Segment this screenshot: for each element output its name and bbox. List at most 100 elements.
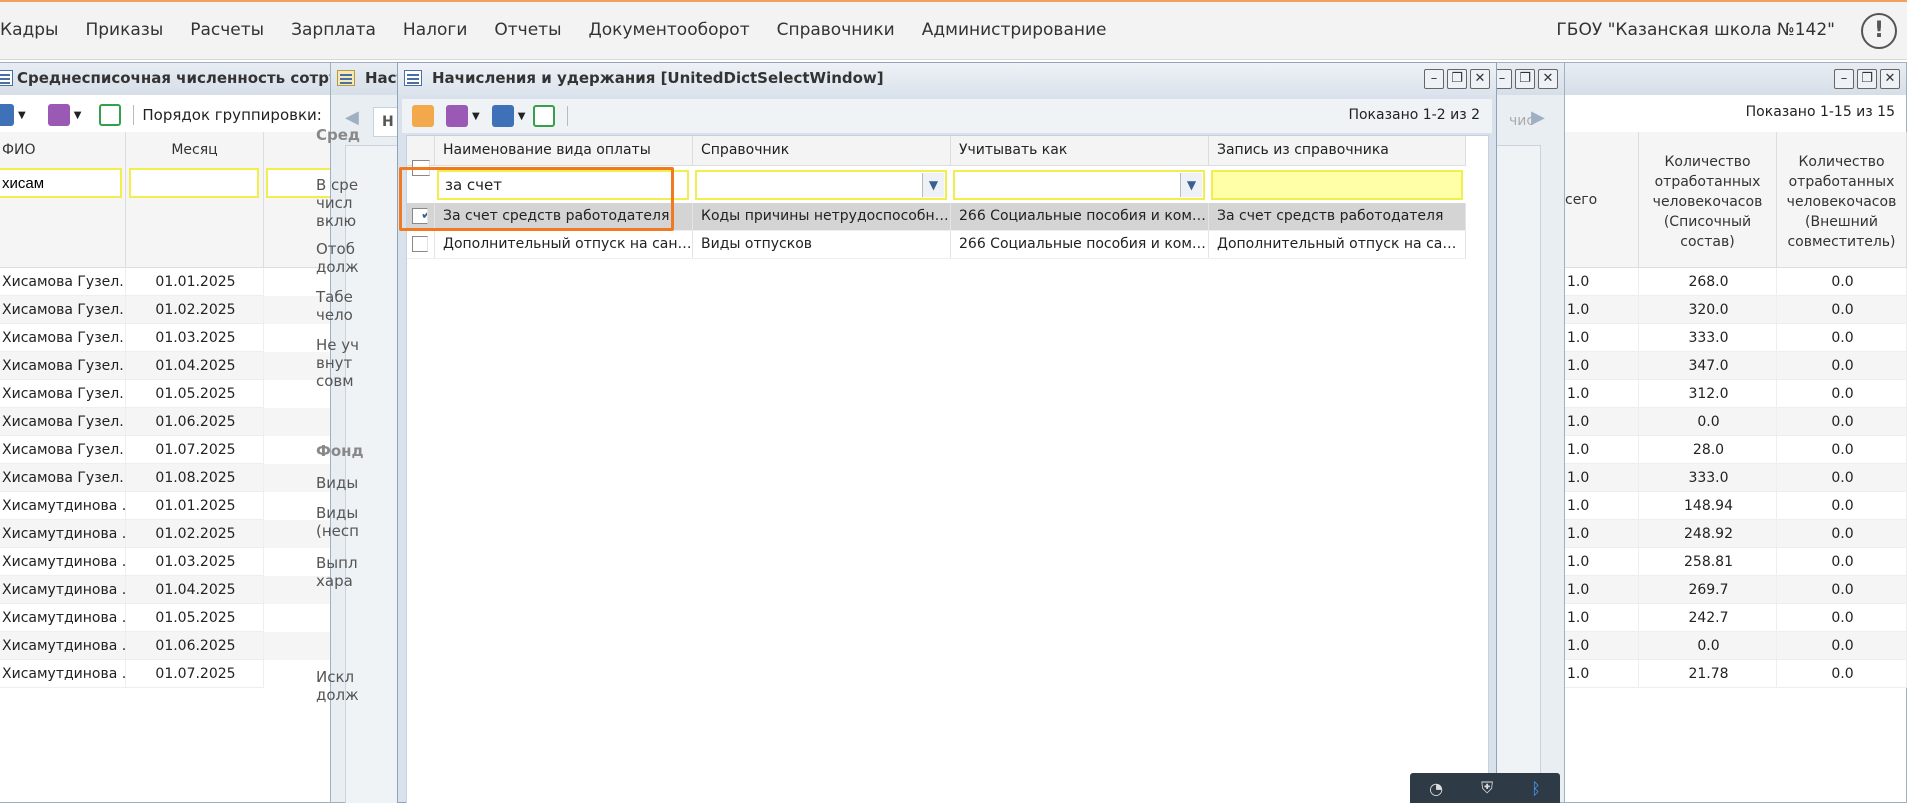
row-checkbox[interactable] [412, 236, 428, 252]
system-tray: ◔ ⛨ ᛒ [1410, 773, 1560, 803]
record-filter-input[interactable] [1211, 170, 1463, 200]
maximize-icon[interactable]: ❐ [1515, 69, 1535, 89]
settings-label: Фонд [316, 442, 364, 460]
row-as: 266 Социальные пособия и комп... [951, 203, 1209, 230]
cell-h2: 0.0 [1777, 408, 1907, 436]
col-header-month[interactable]: Месяц [126, 132, 264, 268]
settings-label: хара [316, 572, 353, 590]
menu-kadry[interactable]: Кадры [0, 20, 58, 40]
cell-month: 01.06.2025 [126, 408, 264, 436]
cell-total: 1.0 [1565, 632, 1639, 660]
cell-h2: 0.0 [1777, 492, 1907, 520]
cell-fio: Хисамова Гузел... [0, 436, 126, 464]
chevron-down-icon[interactable]: ▼ [518, 111, 526, 122]
col-header-name[interactable]: Наименование вида оплаты [435, 136, 693, 165]
cell-month: 01.05.2025 [126, 604, 264, 632]
bg-shown-count: Показано 1-15 из 15 [1745, 104, 1895, 120]
alert-icon[interactable]: ! [1861, 13, 1897, 49]
dict-grid-header: Наименование вида оплаты Справочник Учит… [407, 136, 1466, 176]
cell-fio: Хисамутдинова ... [0, 576, 126, 604]
cell-h2: 0.0 [1777, 436, 1907, 464]
cell-fio: Хисамова Гузел... [0, 324, 126, 352]
settings-label: вклю [316, 212, 357, 230]
close-icon[interactable]: ✕ [1470, 69, 1490, 89]
col-header-record[interactable]: Запись из справочника [1209, 136, 1466, 165]
toolbar-separator [133, 105, 135, 125]
cell-total: 1.0 [1565, 604, 1639, 632]
cell-fio: Хисамова Гузел... [0, 296, 126, 324]
chevron-down-icon[interactable]: ▼ [472, 111, 480, 122]
settings-icon[interactable] [446, 105, 468, 127]
cell-h2: 0.0 [1777, 268, 1907, 296]
col-header-fio-text: ФИО [2, 142, 36, 158]
settings-icon[interactable] [47, 104, 70, 126]
organization-name: ГБОУ "Казанская школа №142" [1556, 20, 1835, 40]
table-row[interactable]: Дополнительный отпуск на сана... Виды от… [407, 231, 1466, 259]
cell-h1: 248.92 [1639, 520, 1777, 548]
minimize-icon[interactable]: – [1424, 69, 1444, 89]
col-header-fio[interactable]: ФИО [0, 132, 126, 268]
minimize-icon[interactable]: – [1834, 69, 1854, 89]
settings-label: Табе [316, 288, 353, 306]
cell-total: 1.0 [1565, 660, 1639, 688]
cell-total: 1.0 [1565, 548, 1639, 576]
refresh-icon[interactable] [99, 104, 122, 126]
cell-h2: 0.0 [1777, 352, 1907, 380]
menu-prikazy[interactable]: Приказы [85, 20, 163, 40]
nav-next-icon[interactable]: ▶ [1531, 107, 1555, 133]
chevron-down-icon[interactable]: ▼ [1180, 173, 1202, 197]
menu-raschety[interactable]: Расчеты [190, 20, 264, 40]
cell-total: 1.0 [1565, 436, 1639, 464]
settings-label: В сре [316, 176, 359, 194]
dict-select-window-title-text: Начисления и удержания [UnitedDictSelect… [432, 69, 884, 87]
bg-window-title-text: Среднесписочная численность сотрудн [17, 69, 362, 87]
chevron-down-icon[interactable]: ▼ [18, 110, 26, 121]
col-header-total[interactable]: сего [1565, 132, 1639, 268]
network-icon[interactable]: ◔ [1429, 779, 1443, 798]
window-icon [404, 70, 422, 86]
cell-month: 01.02.2025 [126, 296, 264, 324]
cell-month: 01.04.2025 [126, 576, 264, 604]
menu-dokumentooborot[interactable]: Документооборот [589, 20, 750, 40]
month-filter-input[interactable] [129, 168, 259, 198]
cell-month: 01.03.2025 [126, 548, 264, 576]
as-filter-select[interactable]: ▼ [953, 170, 1205, 200]
close-icon[interactable]: ✕ [1880, 69, 1900, 89]
settings-label: чело [316, 306, 353, 324]
menu-administrirovanie[interactable]: Администрирование [922, 20, 1107, 40]
shield-icon[interactable]: ⛨ [1481, 778, 1493, 798]
maximize-icon[interactable]: ❐ [1857, 69, 1877, 89]
settings-label: Отоб [316, 240, 355, 258]
menu-zarplata[interactable]: Зарплата [291, 20, 376, 40]
close-icon[interactable]: ✕ [1538, 69, 1558, 89]
cell-h2: 0.0 [1777, 604, 1907, 632]
print-icon[interactable] [491, 105, 514, 127]
cell-month: 01.07.2025 [126, 436, 264, 464]
refresh-icon[interactable] [533, 105, 556, 127]
bluetooth-icon[interactable]: ᛒ [1531, 779, 1541, 798]
chevron-down-icon[interactable]: ▼ [922, 173, 944, 197]
cell-total: 1.0 [1565, 380, 1639, 408]
dict-filter-select[interactable]: ▼ [695, 170, 947, 200]
cell-h1: 0.0 [1639, 632, 1777, 660]
cell-h2: 0.0 [1777, 380, 1907, 408]
print-icon[interactable] [0, 104, 14, 126]
fio-filter-input[interactable] [0, 168, 122, 198]
menu-nalogi[interactable]: Налоги [403, 20, 467, 40]
chevron-down-icon[interactable]: ▼ [74, 110, 82, 121]
edit-icon[interactable] [412, 105, 434, 127]
col-header-dict[interactable]: Справочник [693, 136, 951, 165]
col-header-as[interactable]: Учитывать как [951, 136, 1209, 165]
maximize-icon[interactable]: ❐ [1447, 69, 1467, 89]
select-all-checkbox-cell[interactable] [407, 136, 435, 176]
cell-total: 1.0 [1565, 352, 1639, 380]
row-checkbox-cell[interactable] [407, 231, 435, 258]
cell-h2: 0.0 [1777, 464, 1907, 492]
col-header-hours-ext[interactable]: Количество отработанных человекочасов (В… [1777, 132, 1907, 268]
menu-otchety[interactable]: Отчеты [494, 20, 561, 40]
cell-h2: 0.0 [1777, 632, 1907, 660]
col-header-hours-list[interactable]: Количество отработанных человекочасов (С… [1639, 132, 1777, 268]
cell-month: 01.03.2025 [126, 324, 264, 352]
cell-fio: Хисамутдинова ... [0, 520, 126, 548]
menu-spravochniki[interactable]: Справочники [777, 20, 895, 40]
